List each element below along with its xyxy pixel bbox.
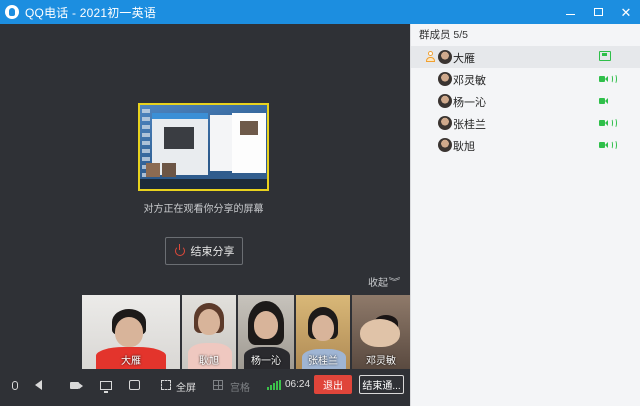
share-status-text: 对方正在观看你分享的屏幕	[143, 204, 264, 215]
end-share-label: 结束分享	[190, 246, 235, 258]
signal-strength-icon	[267, 380, 283, 390]
avatar	[438, 116, 452, 130]
collapse-label: 收起	[368, 278, 388, 289]
video-strip: 大雁 耿旭 杨一沁 张桂兰 邓灵敏	[82, 295, 410, 369]
voice-cam-icon	[599, 97, 619, 107]
video-tile[interactable]: 杨一沁	[238, 295, 294, 369]
screen-share-preview[interactable]	[138, 103, 269, 191]
participant-name: 张桂兰	[308, 356, 338, 367]
power-icon	[174, 244, 186, 257]
member-name: 大雁	[453, 53, 475, 65]
participant-name: 大雁	[121, 356, 141, 367]
end-share-button[interactable]: 结束分享	[165, 237, 243, 265]
share-screen-icon	[599, 51, 611, 61]
fullscreen-label[interactable]: 全屏	[176, 379, 196, 394]
member-name: 张桂兰	[453, 119, 486, 131]
member-row[interactable]: 耿旭	[411, 134, 640, 156]
participant-name: 邓灵敏	[366, 356, 396, 367]
call-timer: 06:24	[285, 379, 311, 390]
face	[254, 311, 278, 339]
shared-taskbar	[140, 179, 267, 189]
collapse-button[interactable]: 收起 ︾	[368, 274, 401, 289]
grid-view-label[interactable]: 宫格	[230, 379, 250, 394]
shared-thumb	[162, 163, 176, 177]
shared-desktop-thumbnail	[140, 105, 267, 189]
shared-thumb	[146, 163, 160, 177]
grid-view-icon[interactable]	[208, 375, 228, 395]
member-name: 耿旭	[453, 141, 475, 153]
member-name: 杨一沁	[453, 97, 486, 109]
voice-cam-icon	[599, 118, 619, 129]
member-row[interactable]: 邓灵敏	[411, 68, 640, 90]
shared-window	[152, 113, 208, 175]
avatar	[438, 94, 452, 108]
record-icon[interactable]	[124, 375, 144, 395]
window-controls: ✕	[556, 0, 640, 24]
face	[360, 319, 400, 347]
exit-button[interactable]: 退出	[314, 375, 352, 394]
shared-window	[232, 113, 266, 173]
video-tile[interactable]: 耿旭	[182, 295, 236, 369]
avatar	[438, 72, 452, 86]
member-count-header: 群成员 5/5	[419, 29, 469, 41]
face	[115, 317, 143, 347]
close-button[interactable]: ✕	[612, 0, 640, 24]
maximize-icon	[593, 8, 603, 16]
video-tile[interactable]: 邓灵敏	[352, 295, 410, 369]
qq-logo-icon	[5, 5, 19, 19]
shared-window	[210, 115, 232, 171]
participant-name: 杨一沁	[251, 356, 281, 367]
avatar	[438, 50, 452, 64]
share-screen-icon[interactable]	[96, 375, 116, 395]
shared-window-header	[152, 113, 208, 119]
avatar	[438, 138, 452, 152]
member-panel: 群成员 5/5 大雁 邓灵敏 杨一沁 张桂兰 耿旭	[410, 24, 640, 406]
maximize-button[interactable]	[584, 0, 612, 24]
face	[312, 315, 334, 341]
minimize-icon	[565, 13, 575, 15]
voice-cam-icon	[599, 140, 619, 151]
face	[198, 309, 220, 335]
video-tile[interactable]: 张桂兰	[296, 295, 350, 369]
member-name: 邓灵敏	[453, 75, 486, 87]
voice-cam-icon	[599, 74, 619, 85]
participant-name: 耿旭	[199, 356, 219, 367]
call-toolbar: 全屏 宫格 06:24 退出 结束通...	[0, 372, 410, 398]
shared-window-picture	[240, 121, 258, 135]
chevron-double-down-icon: ︾	[388, 276, 401, 287]
member-row[interactable]: 张桂兰	[411, 112, 640, 134]
member-row[interactable]: 大雁	[411, 46, 640, 68]
speaker-icon[interactable]	[28, 375, 48, 395]
microphone-icon[interactable]	[5, 375, 25, 395]
minimize-button[interactable]	[556, 0, 584, 24]
camera-icon[interactable]	[64, 375, 84, 395]
window-title: QQ电话 - 2021初一英语	[25, 5, 157, 20]
end-call-button[interactable]: 结束通...	[359, 375, 404, 394]
fullscreen-icon[interactable]	[156, 375, 176, 395]
title-bar: QQ电话 - 2021初一英语 ✕	[0, 0, 640, 24]
close-icon: ✕	[620, 4, 632, 20]
host-icon	[425, 51, 436, 63]
video-tile[interactable]: 大雁	[82, 295, 180, 369]
shared-window-video	[164, 127, 194, 149]
call-stage: 对方正在观看你分享的屏幕 结束分享 收起 ︾ 大雁 耿旭 杨一沁 张桂兰 邓灵敏	[0, 24, 410, 406]
member-row[interactable]: 杨一沁	[411, 90, 640, 112]
